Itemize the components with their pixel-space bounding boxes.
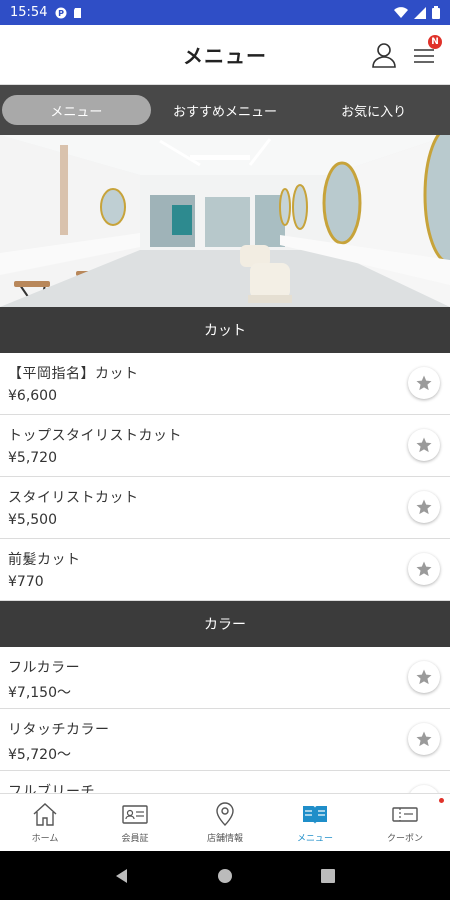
star-icon [416, 669, 432, 685]
favorite-button[interactable] [408, 429, 440, 461]
section-header-cut: カット [0, 307, 450, 353]
menu-item-price: ¥6,600 [8, 388, 57, 404]
location-pin-icon [216, 802, 234, 826]
star-icon [416, 375, 432, 391]
tab-favorites[interactable]: お気に入り [299, 95, 448, 125]
star-icon [416, 731, 432, 747]
menu-book-icon [303, 806, 327, 824]
menu-item[interactable]: フルカラー ¥7,150〜 [0, 647, 450, 709]
status-time: 15:54 [10, 5, 48, 20]
favorite-button[interactable] [408, 723, 440, 755]
member-card-icon [122, 805, 148, 824]
hamburger-menu-button[interactable]: N [410, 35, 442, 69]
recents-icon[interactable] [320, 868, 336, 884]
home-icon [33, 803, 57, 826]
favorite-button[interactable] [408, 553, 440, 585]
signal-icon [414, 6, 426, 19]
menu-item-price: ¥5,720〜 [8, 747, 71, 763]
favorite-button[interactable] [408, 661, 440, 693]
home-circle-icon[interactable] [217, 868, 233, 884]
app-notification-icon: P [55, 7, 67, 18]
tab-bar: メニュー おすすめメニュー お気に入り [0, 85, 450, 135]
svg-text:P: P [59, 9, 65, 18]
tab-recommended[interactable]: おすすめメニュー [151, 95, 300, 125]
nav-coupon-label: クーポン [386, 834, 423, 844]
battery-icon [432, 6, 440, 19]
menu-item[interactable]: 【平岡指名】カット ¥6,600 [0, 353, 450, 415]
nav-store-info[interactable]: 店舗情報 [180, 794, 270, 851]
section-header-color: カラー [0, 601, 450, 647]
salon-interior-image [0, 135, 450, 307]
menu-item-price: ¥5,500 [8, 512, 57, 528]
nav-menu[interactable]: メニュー [270, 794, 360, 851]
notification-badge: N [428, 35, 442, 49]
nav-menu-label: メニュー [296, 834, 333, 844]
star-icon [416, 499, 432, 515]
menu-item[interactable]: 前髪カット ¥770 [0, 539, 450, 601]
nav-member-card-label: 会員証 [121, 834, 149, 844]
favorite-button[interactable] [408, 367, 440, 399]
coupon-notification-dot [439, 798, 444, 803]
menu-item-price: ¥7,150〜 [8, 685, 71, 701]
menu-item-name: トップスタイリストカット [8, 428, 182, 444]
back-icon[interactable] [114, 868, 130, 884]
menu-item[interactable]: スタイリストカット ¥5,500 [0, 477, 450, 539]
user-icon [372, 43, 396, 68]
menu-item-price: ¥770 [8, 574, 44, 590]
menu-item-price: ¥5,720 [8, 450, 57, 466]
app-header: メニュー N [0, 25, 450, 85]
menu-item-name: リタッチカラー [8, 722, 110, 738]
menu-item[interactable]: リタッチカラー ¥5,720〜 [0, 709, 450, 771]
nav-member-card[interactable]: 会員証 [90, 794, 180, 851]
system-nav-bar [0, 851, 450, 900]
tab-menu[interactable]: メニュー [2, 95, 151, 125]
menu-item-name: 【平岡指名】カット [8, 366, 139, 382]
star-icon [416, 437, 432, 453]
status-bar: 15:54 P [0, 0, 450, 25]
wifi-icon [394, 6, 408, 18]
menu-item-name: スタイリストカット [8, 490, 139, 506]
page-title: メニュー [183, 44, 267, 68]
bottom-nav: ホーム 会員証 店舗情報 メニュー クーポン [0, 793, 450, 851]
coupon-icon [392, 807, 418, 822]
menu-item-name: フルカラー [8, 660, 81, 676]
favorite-button[interactable] [408, 491, 440, 523]
menu-item-name: 前髪カット [8, 552, 81, 568]
nav-coupon[interactable]: クーポン [360, 794, 450, 851]
nav-home-label: ホーム [31, 834, 59, 844]
sd-card-icon [74, 7, 82, 18]
menu-item[interactable]: トップスタイリストカット ¥5,720 [0, 415, 450, 477]
star-icon [416, 561, 432, 577]
user-button[interactable] [370, 41, 398, 69]
nav-home[interactable]: ホーム [0, 794, 90, 851]
nav-store-info-label: 店舗情報 [206, 834, 243, 844]
